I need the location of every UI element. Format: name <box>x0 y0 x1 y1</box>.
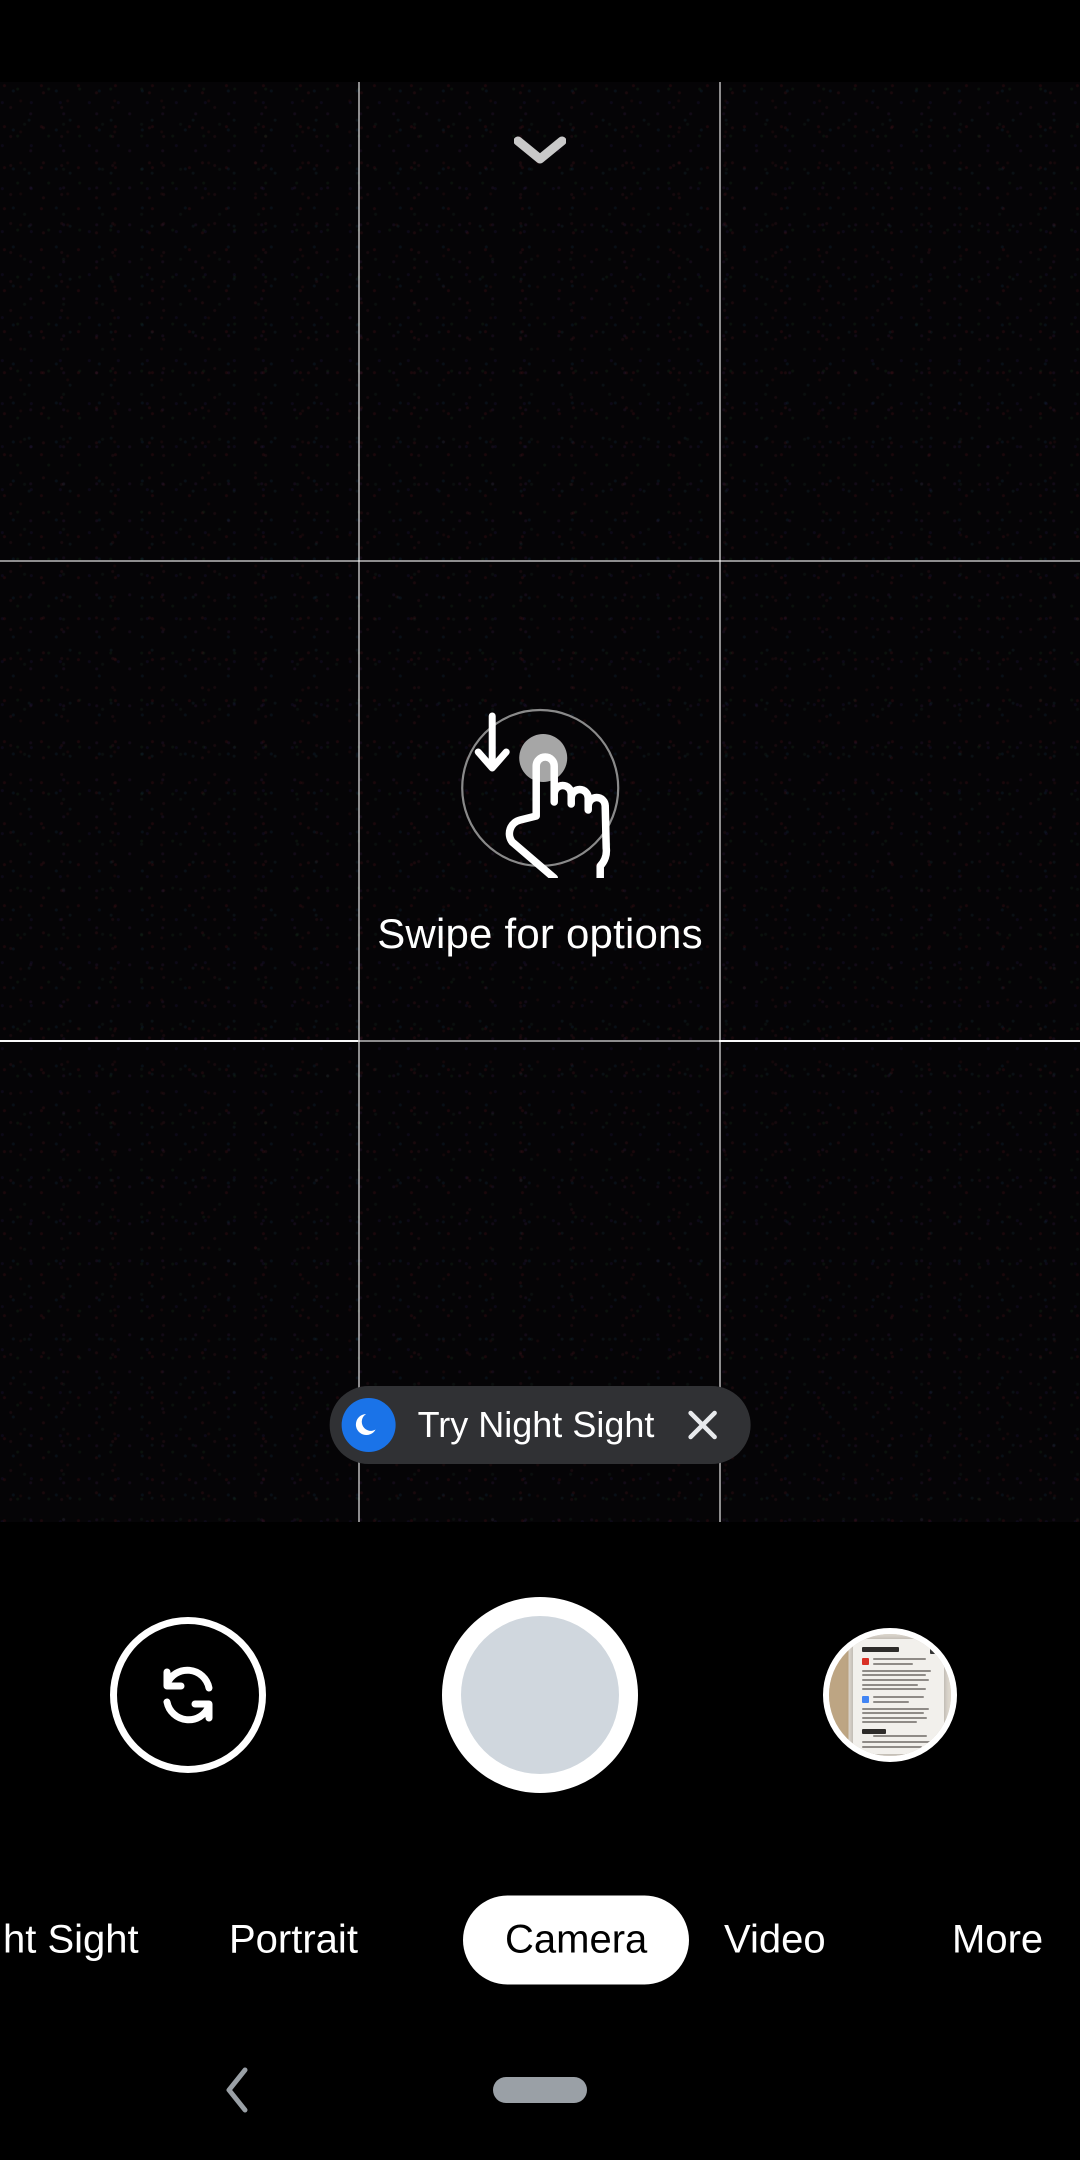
gallery-thumbnail-image <box>829 1634 951 1756</box>
grid-line-vertical-1 <box>358 82 360 1522</box>
shutter-inner <box>461 1616 619 1774</box>
close-glyph <box>688 1410 717 1440</box>
grid-line-horizontal-2 <box>0 1040 1080 1042</box>
back-chevron-icon[interactable] <box>202 2055 272 2125</box>
mode-camera[interactable]: Camera <box>463 1895 690 1985</box>
mode-more[interactable]: More <box>952 1918 1043 1963</box>
camera-controls-bar <box>0 1530 1080 1860</box>
mode-selector: ht Sight Portrait Camera Video More <box>0 1860 1080 2020</box>
night-sight-moon-icon <box>341 1398 396 1452</box>
shutter-button[interactable] <box>442 1597 638 1793</box>
camera-flip-icon[interactable] <box>110 1617 266 1773</box>
night-sight-chip-label: Try Night Sight <box>417 1404 655 1445</box>
camera-app-screen: Swipe for options Try Night Sight ht Sig… <box>0 0 1080 2160</box>
swipe-hint: Swipe for options <box>377 698 703 958</box>
android-navigation-bar <box>0 2020 1080 2160</box>
grid-line-vertical-2 <box>719 82 721 1522</box>
thumbnail-document-page <box>853 1638 944 1754</box>
swipe-gesture-glyph <box>460 708 620 882</box>
gallery-thumbnail[interactable] <box>823 1628 957 1762</box>
swipe-hint-label: Swipe for options <box>377 910 703 957</box>
chevron-down-glyph <box>514 136 566 164</box>
camera-flip-glyph <box>163 1666 213 1724</box>
chevron-down-icon[interactable] <box>504 128 576 172</box>
mode-portrait[interactable]: Portrait <box>229 1918 358 1963</box>
moon-glyph <box>355 1414 376 1435</box>
home-pill-handle[interactable] <box>493 2077 587 2103</box>
back-chevron-glyph <box>226 2067 248 2113</box>
close-icon[interactable] <box>680 1403 724 1447</box>
mode-video[interactable]: Video <box>724 1918 826 1963</box>
grid-line-horizontal-1 <box>0 560 1080 562</box>
night-sight-suggestion-chip[interactable]: Try Night Sight <box>329 1386 751 1464</box>
swipe-down-hand-icon <box>450 698 630 882</box>
mode-night-sight[interactable]: ht Sight <box>3 1918 139 1963</box>
